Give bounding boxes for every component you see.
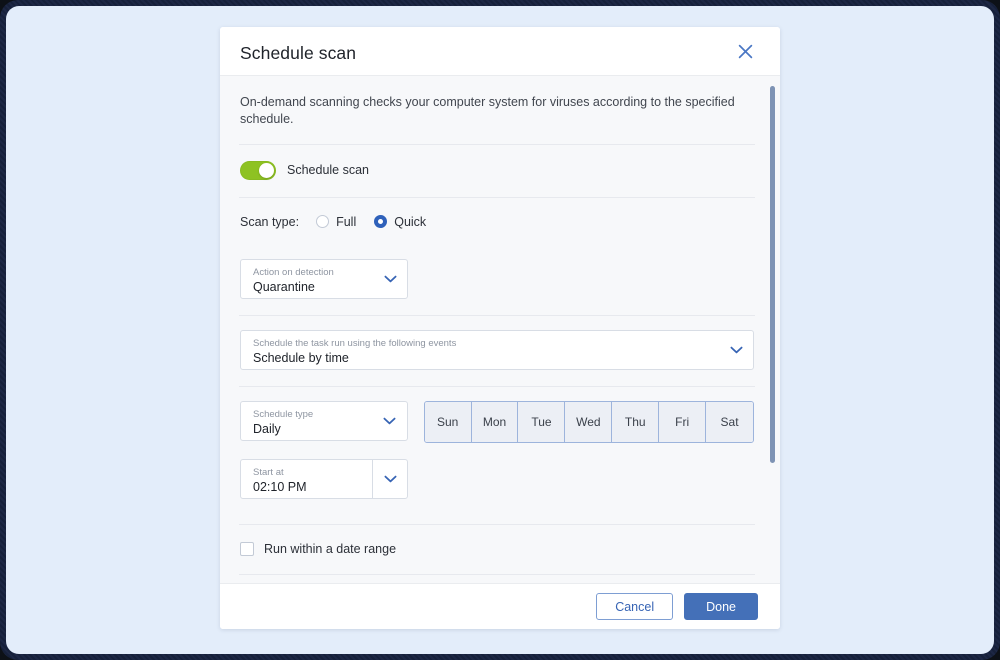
action-on-detection-select[interactable]: Action on detection Quarantine [240,258,408,299]
dialog-header: Schedule scan [220,27,780,75]
toggle-knob [259,162,274,178]
radio-full-icon [316,215,330,229]
scan-type-option-quick-label: Quick [394,214,427,229]
schedule-scan-toggle[interactable] [240,160,276,180]
page-title: Schedule scan [240,42,357,63]
intro-description: On-demand scanning checks your computer … [240,95,735,126]
close-icon [737,43,754,60]
scan-type-option-full-label: Full [336,214,357,229]
date-range-label: Run within a date range [264,541,397,556]
weekday-button-wed[interactable]: Wed [565,401,613,442]
task-run-events-value: Schedule by time [253,351,349,366]
chevron-down-icon [373,402,407,440]
chevron-down-icon [373,260,407,298]
start-conditions-row: Start conditions [238,575,756,583]
action-on-detection-block: Action on detection Quarantine [238,245,756,315]
schedule-type-select[interactable]: Schedule type Daily [240,400,408,441]
start-at-value: 02:10 PM [253,480,307,495]
done-button[interactable]: Done [684,593,758,620]
scan-type-row: Scan type: Full Quick [238,198,756,245]
screen-frame: Schedule scan On-demand scanning checks … [0,0,1000,660]
cancel-button[interactable]: Cancel [596,593,674,620]
weekday-button-thu[interactable]: Thu [612,401,660,442]
start-at-field[interactable]: Start at 02:10 PM [240,458,408,499]
chevron-down-icon [719,331,753,369]
action-on-detection-value: Quarantine [253,280,315,295]
task-run-events-select[interactable]: Schedule the task run using the followin… [240,329,754,370]
weekday-button-fri[interactable]: Fri [659,401,707,442]
schedule-scan-toggle-row: Schedule scan [238,145,756,197]
schedule-type-value: Daily [253,422,281,437]
scan-type-label: Scan type: [240,214,300,229]
schedule-type-label: Schedule type [253,409,314,421]
schedule-scan-toggle-label: Schedule scan [287,163,370,178]
task-run-events-block: Schedule the task run using the followin… [238,316,756,386]
dialog-body: On-demand scanning checks your computer … [220,75,780,583]
scrollbar-thumb[interactable] [770,86,775,463]
schedule-scan-dialog: Schedule scan On-demand scanning checks … [220,27,780,629]
vertical-scrollbar[interactable] [768,76,777,583]
dialog-footer: Cancel Done [220,583,780,629]
date-range-checkbox[interactable] [240,541,254,556]
close-button[interactable] [732,38,758,64]
task-run-events-label: Schedule the task run using the followin… [253,338,457,350]
scan-type-option-quick[interactable]: Quick [374,215,426,229]
desktop-background: Schedule scan On-demand scanning checks … [6,6,994,654]
weekday-button-sat[interactable]: Sat [706,401,753,442]
start-at-block: Start at 02:10 PM [238,443,756,499]
date-range-checkbox-row[interactable]: Run within a date range [238,525,756,574]
scan-type-option-full[interactable]: Full [316,215,356,229]
weekday-selector: Sun Mon Tue Wed Thu Fri Sat [423,400,754,443]
start-at-label: Start at [253,467,284,479]
weekday-button-tue[interactable]: Tue [518,401,566,442]
start-at-dropdown-button[interactable] [372,459,407,498]
radio-quick-icon [374,215,388,229]
action-on-detection-label: Action on detection [253,267,334,279]
weekday-button-mon[interactable]: Mon [471,401,519,442]
schedule-type-row: Schedule type Daily Sun Mon Tue Wed Thu … [238,387,756,443]
chevron-down-icon [384,470,397,488]
weekday-button-sun[interactable]: Sun [424,401,472,442]
